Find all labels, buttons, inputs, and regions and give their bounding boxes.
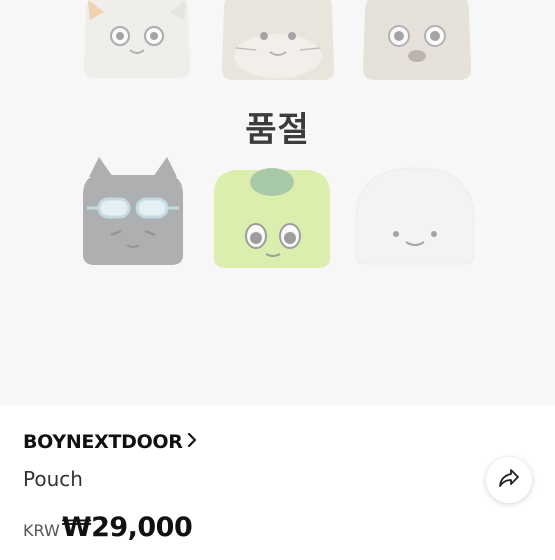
price-row: KRW ₩29,000 (23, 512, 193, 543)
share-arrow-icon (498, 467, 520, 493)
share-button[interactable] (486, 457, 532, 503)
pouch-frog (208, 158, 336, 272)
brand-link[interactable]: BOYNEXTDOOR (23, 431, 197, 453)
pouch-ghost (350, 160, 480, 266)
product-image[interactable]: 품절 (0, 0, 555, 405)
product-info: BOYNEXTDOOR Pouch KRW ₩29,000 (0, 405, 555, 555)
price: ₩29,000 (61, 512, 193, 543)
brand-name: BOYNEXTDOOR (23, 431, 183, 453)
pouch-cat-gray-goggles (77, 155, 189, 269)
soldout-label: 품절 (245, 110, 310, 150)
pouch-cat-white (78, 0, 196, 82)
cut-off-row (23, 553, 183, 560)
pouch-hamster (216, 0, 340, 84)
chevron-right-icon (187, 432, 197, 452)
currency-label: KRW (23, 521, 60, 540)
pouch-bear (357, 0, 477, 84)
product-name: Pouch (23, 467, 83, 491)
